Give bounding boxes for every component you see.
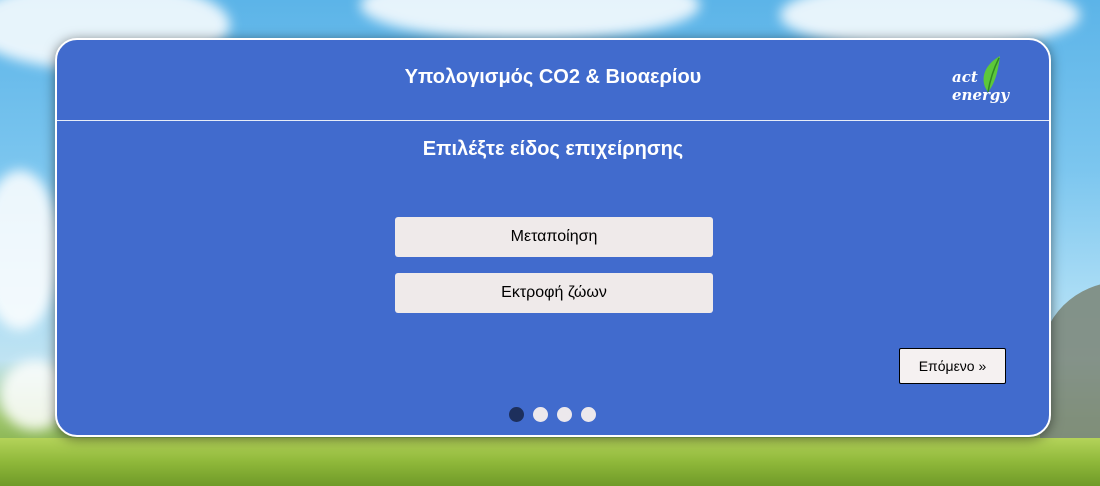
header-divider: [57, 120, 1049, 121]
logo-text-act: act: [952, 68, 978, 86]
cloud: [360, 0, 700, 40]
step-pagination: [509, 407, 596, 422]
logo-wordmark: actenergy: [952, 68, 1042, 104]
option-manufacturing-button[interactable]: Μεταποίηση: [395, 217, 713, 257]
act-energy-logo: actenergy: [952, 54, 1042, 104]
step-prompt: Επιλέξτε είδος επιχείρησης: [422, 138, 684, 160]
step-dot-4[interactable]: [581, 407, 596, 422]
logo-text-energy: energy: [952, 86, 1010, 104]
calculator-card: Υπολογισμός CO2 & Βιοαερίου actenergy Επ…: [55, 38, 1051, 437]
step-dot-1[interactable]: [509, 407, 524, 422]
next-button[interactable]: Επόμενο »: [899, 348, 1006, 384]
cloud: [0, 170, 60, 330]
grass-field: [0, 438, 1100, 486]
step-dot-3[interactable]: [557, 407, 572, 422]
option-livestock-button[interactable]: Εκτροφή ζώων: [395, 273, 713, 313]
app-title: Υπολογισμός CO2 & Βιοαερίου: [404, 66, 702, 88]
step-dot-2[interactable]: [533, 407, 548, 422]
